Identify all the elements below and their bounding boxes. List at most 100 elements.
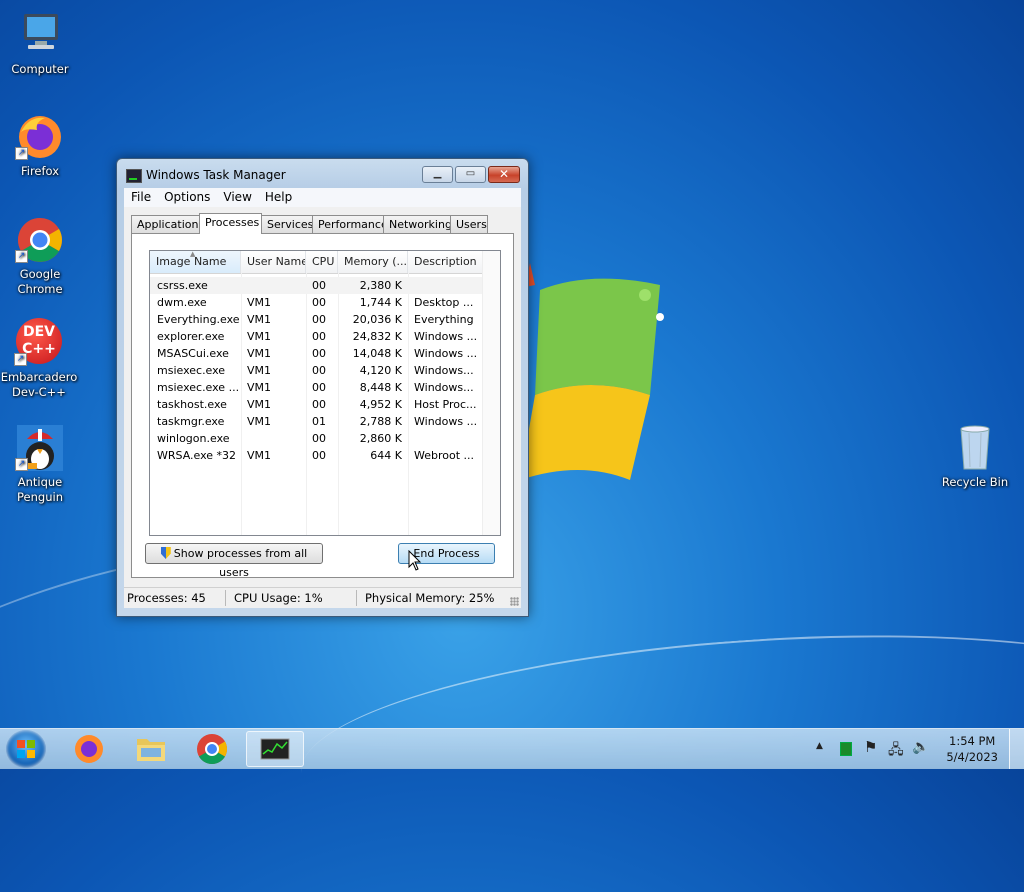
status-physical-memory: Physical Memory: 25%	[365, 591, 495, 605]
desktop-icon-firefox[interactable]: ↗ Firefox	[0, 112, 80, 179]
cell-name: taskhost.exe	[157, 398, 227, 411]
show-desktop-button[interactable]	[1009, 729, 1024, 769]
taskbar-task-manager[interactable]	[246, 731, 304, 767]
column-description[interactable]: Description	[408, 251, 483, 273]
chrome-icon	[197, 734, 228, 765]
desktop-icon-antique-penguin[interactable]: ↗ Antique Penguin	[0, 423, 80, 505]
cell-cpu: 00	[312, 364, 326, 377]
resize-grip-icon[interactable]	[510, 597, 519, 606]
table-row[interactable]: msiexec.exe VM1 00 4,120 K Windows...	[150, 362, 483, 379]
maximize-button[interactable]: ▭	[455, 166, 486, 183]
title-bar[interactable]: Windows Task Manager ▁ ▭ ✕	[117, 159, 528, 189]
recycle-bin-icon	[950, 423, 1000, 473]
cell-memory: 20,036 K	[352, 313, 402, 326]
list-header: ▲ Image Name User Name CPU Memory (... De…	[150, 251, 500, 274]
status-separator	[225, 590, 226, 606]
tab-performance[interactable]: Performance	[312, 215, 388, 233]
cell-cpu: 00	[312, 381, 326, 394]
shortcut-arrow-icon: ↗	[15, 147, 28, 160]
task-manager-window[interactable]: Windows Task Manager ▁ ▭ ✕ File Options Vi…	[116, 158, 529, 617]
column-cpu[interactable]: CPU	[306, 251, 338, 273]
cell-desc: Windows...	[414, 381, 474, 394]
table-row[interactable]: taskmgr.exe VM1 01 2,788 K Windows ...	[150, 413, 483, 430]
system-tray: ▲ ⚑ 🖧 🔈	[812, 729, 942, 769]
cell-cpu: 00	[312, 398, 326, 411]
windows-start-icon	[17, 740, 35, 758]
desktop-icon-computer[interactable]: Computer	[0, 10, 80, 77]
cell-memory: 14,048 K	[352, 347, 402, 360]
cell-desc: Windows ...	[414, 330, 478, 343]
tab-services[interactable]: Services	[261, 215, 313, 233]
action-center-flag-icon[interactable]: ⚑	[864, 738, 877, 756]
table-row[interactable]: dwm.exe VM1 00 1,744 K Desktop ...	[150, 294, 483, 311]
uac-shield-icon	[160, 547, 171, 559]
table-row[interactable]: csrss.exe 00 2,380 K	[150, 277, 483, 294]
window-client: File Options View Help Applications Process…	[124, 188, 521, 608]
cell-memory: 2,380 K	[359, 279, 402, 292]
table-row[interactable]: Everything.exe VM1 00 20,036 K Everything	[150, 311, 483, 328]
taskbar-explorer[interactable]	[123, 731, 179, 767]
desktop-icon-label: Computer	[11, 62, 69, 76]
cell-name: dwm.exe	[157, 296, 207, 309]
computer-icon	[15, 10, 65, 60]
shortcut-arrow-icon: ↗	[15, 458, 28, 471]
table-row[interactable]: winlogon.exe 00 2,860 K	[150, 430, 483, 447]
cell-memory: 2,788 K	[359, 415, 402, 428]
tab-users[interactable]: Users	[450, 215, 488, 233]
tab-networking[interactable]: Networking	[383, 215, 452, 233]
chrome-icon: ↗	[15, 215, 65, 265]
desktop-icon-label: Firefox	[20, 164, 60, 178]
clock[interactable]: 1:54 PM 5/4/2023	[946, 733, 998, 765]
cell-memory: 644 K	[370, 449, 402, 462]
cell-desc: Windows ...	[414, 347, 478, 360]
task-manager-icon	[126, 169, 142, 183]
column-image-name[interactable]: ▲ Image Name	[150, 251, 241, 273]
table-row[interactable]: msiexec.exe ... VM1 00 8,448 K Windows...	[150, 379, 483, 396]
column-memory[interactable]: Memory (...	[338, 251, 408, 273]
menu-bar: File Options View Help	[124, 188, 521, 207]
show-all-processes-button[interactable]: Show processes from all users	[145, 543, 323, 579]
volume-icon[interactable]: 🔈	[912, 739, 929, 755]
cell-cpu: 00	[312, 347, 326, 360]
shortcut-arrow-icon: ↗	[15, 250, 28, 263]
cell-memory: 2,860 K	[359, 432, 402, 445]
menu-options[interactable]: Options	[157, 188, 216, 204]
status-bar: Processes: 45 CPU Usage: 1% Physical Mem…	[124, 587, 521, 608]
start-button[interactable]	[6, 730, 46, 768]
penguin-icon: ↗	[15, 423, 65, 473]
menu-file[interactable]: File	[124, 188, 157, 204]
clock-date: 5/4/2023	[946, 750, 998, 764]
tray-app-icon[interactable]	[840, 742, 852, 756]
sort-ascending-icon: ▲	[190, 251, 196, 258]
tab-applications[interactable]: Applications	[131, 215, 204, 233]
tab-processes[interactable]: Processes	[199, 213, 262, 234]
window-title: Windows Task Manager	[146, 168, 286, 182]
table-row[interactable]: WRSA.exe *32 VM1 00 644 K Webroot ...	[150, 447, 483, 464]
cell-user: VM1	[247, 313, 272, 326]
desktop-icon-chrome[interactable]: ↗ Google Chrome	[0, 215, 80, 297]
menu-help[interactable]: Help	[258, 188, 298, 204]
menu-view[interactable]: View	[216, 188, 257, 204]
cell-name: explorer.exe	[157, 330, 225, 343]
column-user-name[interactable]: User Name	[241, 251, 306, 273]
minimize-button[interactable]: ▁	[422, 166, 453, 183]
taskbar-chrome[interactable]	[184, 731, 240, 767]
table-row[interactable]: explorer.exe VM1 00 24,832 K Windows ...	[150, 328, 483, 345]
table-row[interactable]: taskhost.exe VM1 00 4,952 K Host Proc...	[150, 396, 483, 413]
status-processes: Processes: 45	[127, 591, 206, 605]
windows-logo	[520, 263, 664, 480]
desktop-icon-recycle-bin[interactable]: Recycle Bin	[935, 423, 1015, 490]
close-button[interactable]: ✕	[488, 166, 520, 183]
table-row[interactable]: MSASCui.exe VM1 00 14,048 K Windows ...	[150, 345, 483, 362]
processes-panel: ▲ Image Name User Name CPU Memory (... De…	[131, 233, 514, 579]
desktop-icon-devcpp[interactable]: DEV C++ ↗ Embarcadero Dev-C++	[0, 318, 79, 400]
clock-time: 1:54 PM	[949, 734, 996, 748]
network-icon[interactable]: 🖧	[888, 739, 904, 763]
desktop-icon-label: Google Chrome	[17, 267, 63, 296]
taskbar-firefox[interactable]	[61, 731, 117, 767]
taskbar: ▲ ⚑ 🖧 🔈 1:54 PM 5/4/2023	[0, 728, 1024, 769]
cell-memory: 4,952 K	[359, 398, 402, 411]
process-list[interactable]: ▲ Image Name User Name CPU Memory (... De…	[149, 250, 501, 536]
cell-name: msiexec.exe ...	[157, 381, 239, 394]
show-hidden-icons-icon[interactable]: ▲	[816, 741, 823, 751]
